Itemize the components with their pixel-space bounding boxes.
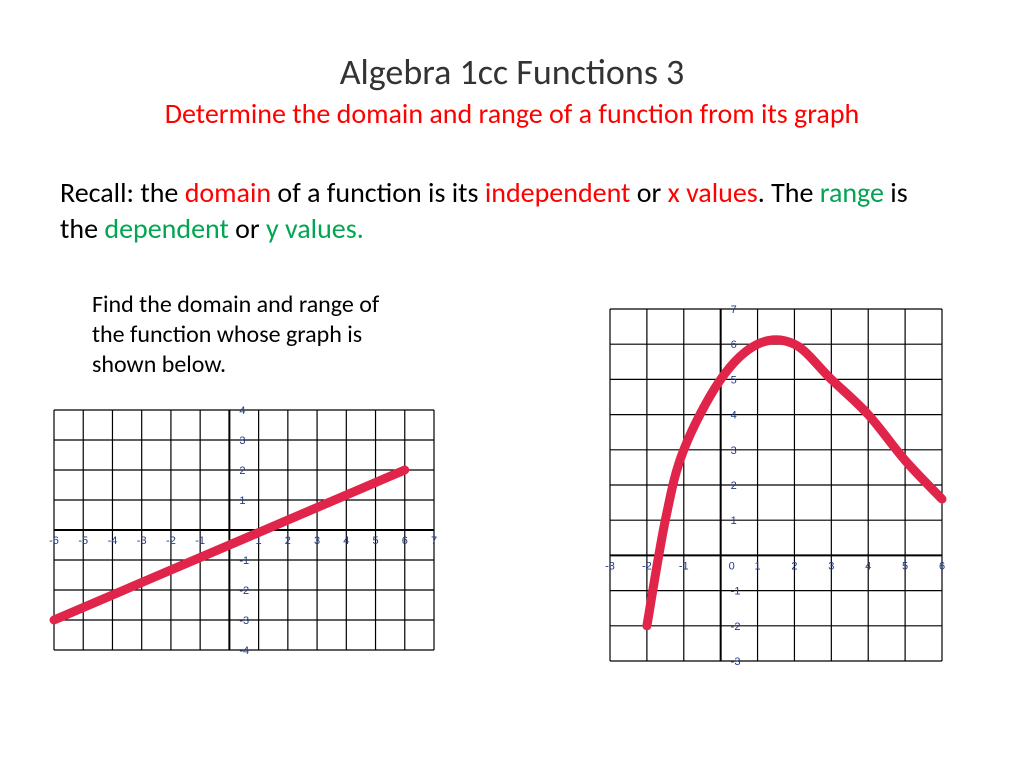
svg-text:5: 5	[731, 374, 737, 386]
svg-text:3: 3	[828, 560, 834, 572]
svg-text:-3: -3	[239, 615, 249, 627]
graph-parabola: -3 -2 -1 1 2 3 4 5 6 -3 -2 -1 1 2 3 4 5 6 7 0	[596, 295, 956, 675]
svg-text:-6: -6	[49, 535, 59, 547]
svg-text:-5: -5	[78, 535, 88, 547]
svg-text:5: 5	[902, 560, 908, 572]
prompt-text: Find the domain and range of the functio…	[92, 290, 412, 380]
svg-text:-4: -4	[239, 645, 249, 657]
svg-text:6: 6	[402, 535, 408, 547]
svg-text:4: 4	[865, 560, 871, 572]
recall-yvalues: y values.	[266, 211, 364, 246]
svg-text:-2: -2	[642, 560, 652, 572]
svg-text:-1: -1	[679, 560, 689, 572]
recall-seg: . The	[758, 175, 820, 210]
svg-text:3: 3	[731, 445, 737, 457]
recall-seg: or	[229, 211, 266, 246]
svg-text:2: 2	[731, 480, 737, 492]
svg-text:1: 1	[754, 560, 760, 572]
svg-text:5: 5	[372, 535, 378, 547]
svg-text:7: 7	[731, 304, 737, 316]
svg-text:-2: -2	[166, 535, 176, 547]
graph-linear: -6-5-4-3-2-11234567-4-3-2-112340	[44, 400, 444, 660]
svg-text:-1: -1	[195, 535, 205, 547]
recall-seg: or	[630, 175, 667, 210]
title-main: Algebra 1cc Functions 3	[0, 50, 1024, 94]
svg-text:-1: -1	[731, 586, 741, 598]
svg-text:2: 2	[791, 560, 797, 572]
svg-text:7: 7	[431, 535, 437, 547]
svg-text:-3: -3	[605, 560, 615, 572]
svg-text:4: 4	[239, 405, 245, 417]
svg-text:0: 0	[729, 560, 735, 572]
svg-text:4: 4	[343, 535, 349, 547]
svg-text:2: 2	[239, 465, 245, 477]
recall-range: range	[820, 175, 884, 210]
svg-text:6: 6	[731, 339, 737, 351]
recall-seg: of a function is its	[271, 175, 485, 210]
svg-text:2: 2	[285, 535, 291, 547]
svg-text:-4: -4	[108, 535, 118, 547]
svg-text:-2: -2	[731, 621, 741, 633]
recall-text: Recall: the domain of a function is its …	[60, 175, 940, 248]
svg-text:-1: -1	[239, 555, 249, 567]
svg-text:6: 6	[939, 560, 945, 572]
svg-text:1: 1	[731, 515, 737, 527]
recall-dependent: dependent	[104, 211, 228, 246]
recall-seg: Recall: the	[60, 175, 185, 210]
title-block: Algebra 1cc Functions 3 Determine the do…	[0, 0, 1024, 131]
slide: Algebra 1cc Functions 3 Determine the do…	[0, 0, 1024, 768]
svg-text:3: 3	[239, 435, 245, 447]
svg-text:1: 1	[239, 495, 245, 507]
svg-text:4: 4	[731, 410, 737, 422]
recall-independent: independent	[485, 175, 631, 210]
svg-text:3: 3	[314, 535, 320, 547]
svg-text:-3: -3	[137, 535, 147, 547]
title-sub: Determine the domain and range of a func…	[0, 96, 1024, 131]
recall-domain: domain	[185, 175, 271, 210]
recall-xvalues: x values	[668, 175, 758, 210]
svg-text:-2: -2	[239, 585, 249, 597]
svg-text:-3: -3	[731, 656, 741, 668]
